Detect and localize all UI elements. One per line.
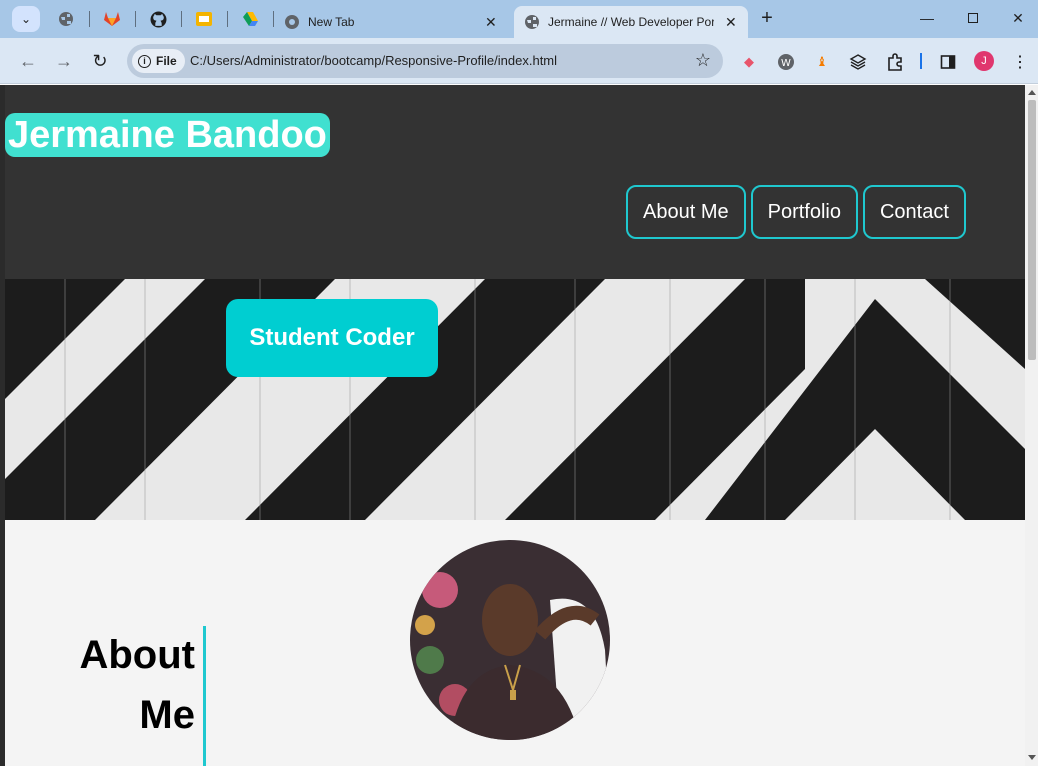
arrow-left-icon: ← (19, 50, 37, 71)
tab-title: Jermaine // Web Developer Por (548, 15, 714, 29)
scroll-up-arrow-icon[interactable] (1028, 90, 1036, 95)
extension-icon-2[interactable]: W (775, 51, 797, 73)
kebab-menu-icon: ⋮ (1012, 54, 1028, 71)
url-text[interactable]: C:/Users/Administrator/bootcamp/Responsi… (190, 53, 557, 68)
tab-new-tab[interactable]: New Tab ✕ (280, 6, 510, 38)
extension-icon-1[interactable]: ◆ (738, 51, 760, 73)
close-window-button[interactable]: ✕ (998, 6, 1038, 30)
tab-separator (135, 11, 136, 27)
minimize-icon: — (920, 10, 934, 26)
site-info-chip[interactable]: i File (132, 49, 185, 73)
page-scrollbar[interactable] (1025, 85, 1038, 766)
site-title: Jermaine Bandoo (5, 113, 330, 157)
scheme-label: File (156, 54, 177, 68)
tab-separator (181, 11, 182, 27)
page-viewport: Jermaine Bandoo About Me Portfolio Conta… (5, 85, 1025, 766)
tab-search-button[interactable]: ⌄ (12, 6, 40, 32)
hero-banner: Student Coder (5, 279, 1025, 520)
about-heading-line1: About (79, 633, 195, 677)
profile-photo (410, 540, 610, 740)
new-tab-button[interactable]: + (754, 6, 780, 30)
back-button[interactable]: ← (16, 49, 40, 73)
pinned-tab-globe[interactable] (55, 8, 77, 30)
chrome-icon (285, 15, 299, 29)
about-heading: About Me (65, 625, 205, 745)
svg-text:W: W (781, 58, 791, 69)
reload-button[interactable]: ↻ (88, 49, 112, 73)
heading-divider (203, 626, 206, 766)
site-header: Jermaine Bandoo About Me Portfolio Conta… (5, 85, 1025, 279)
extension-icon-3[interactable]: ♝ (811, 51, 833, 73)
tab-strip: ⌄ New Tab ✕ Jermaine // Web Developer Po… (0, 0, 1038, 38)
address-bar[interactable]: i File C:/Users/Administrator/bootcamp/R… (127, 44, 723, 78)
w-circle-icon: W (778, 54, 794, 70)
tab-separator (227, 11, 228, 27)
maximize-icon (968, 13, 978, 23)
toolbar-separator (920, 53, 922, 69)
puzzle-icon (888, 53, 902, 71)
slides-icon (196, 12, 212, 26)
tab-separator (273, 11, 274, 27)
google-drive-icon (243, 12, 258, 26)
profile-avatar[interactable]: J (974, 51, 994, 71)
close-icon[interactable]: ✕ (725, 14, 737, 31)
hero-badge: Student Coder (226, 299, 438, 377)
browser-menu-button[interactable]: ⋮ (1009, 51, 1031, 73)
about-heading-line2: Me (139, 693, 195, 737)
pinned-tab-github[interactable] (147, 8, 169, 30)
gitlab-icon (104, 12, 120, 26)
nav-link-portfolio[interactable]: Portfolio (750, 185, 858, 239)
pinned-tab-slides[interactable] (193, 8, 215, 30)
profile-photo-image (410, 540, 610, 740)
tab-active-profile[interactable]: Jermaine // Web Developer Por ✕ (514, 6, 748, 38)
about-section: About Me (5, 520, 1025, 766)
globe-icon (525, 15, 539, 29)
extensions-puzzle-button[interactable] (884, 51, 906, 73)
reload-icon: ↻ (92, 50, 108, 71)
maximize-button[interactable] (953, 6, 993, 30)
github-icon (150, 11, 166, 27)
chevron-down-icon: ⌄ (20, 12, 32, 26)
close-icon: ✕ (1012, 9, 1024, 26)
bookmark-star-icon[interactable]: ☆ (695, 50, 711, 71)
pinned-tab-gitlab[interactable] (101, 8, 123, 30)
info-icon: i (138, 54, 151, 68)
close-icon[interactable]: ✕ (485, 14, 497, 31)
nav-link-contact[interactable]: Contact (862, 185, 966, 239)
extension-icon-4[interactable] (847, 51, 869, 73)
scroll-down-arrow-icon[interactable] (1028, 755, 1036, 760)
side-panel-button[interactable] (937, 51, 959, 73)
browser-toolbar: ← → ↻ i File C:/Users/Administrator/boot… (0, 38, 1038, 84)
tab-separator (89, 11, 90, 27)
scroll-thumb[interactable] (1028, 100, 1036, 360)
side-panel-icon (940, 55, 956, 69)
arrow-right-icon: → (55, 50, 73, 71)
stack-icon (849, 54, 867, 70)
hero-background-image (5, 279, 1025, 520)
pinned-tab-drive[interactable] (239, 8, 261, 30)
nav-link-about-me[interactable]: About Me (626, 185, 746, 239)
plus-icon: + (761, 6, 773, 29)
forward-button[interactable]: → (52, 49, 76, 73)
minimize-button[interactable]: — (907, 6, 947, 30)
site-nav: About Me Portfolio Contact (626, 185, 966, 239)
globe-icon (59, 12, 73, 26)
tab-title: New Tab (308, 15, 355, 29)
